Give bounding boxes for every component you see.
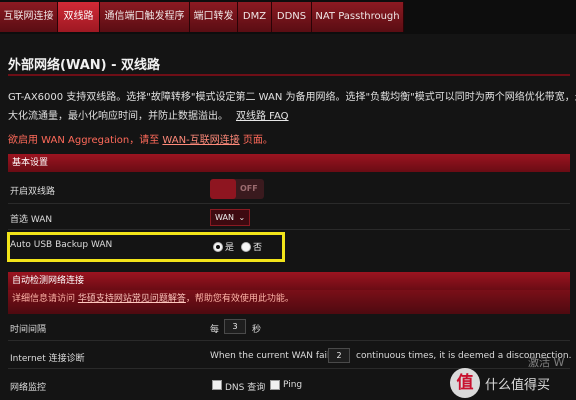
interval-label: 时间间隔 (10, 325, 47, 335)
tab-internet-connection[interactable]: 互联网连接 (0, 2, 58, 32)
tab-ddns[interactable]: DDNS (272, 2, 312, 32)
page-title: 外部网络(WAN) - 双线路 (8, 58, 161, 73)
primary-wan-value: WAN (215, 213, 234, 222)
toggle-knob (210, 179, 236, 199)
tab-dual-wan[interactable]: 双线路 (58, 2, 100, 32)
tab-dmz[interactable]: DMZ (238, 2, 272, 32)
smzdm-watermark-text: 什么值得买 (485, 378, 551, 393)
warning-prefix: 欲启用 WAN Aggregation，请至 (8, 135, 163, 146)
primary-wan-select[interactable]: WAN ⌄ (210, 209, 251, 226)
tab-nat-passthrough[interactable]: NAT Passthrough (312, 2, 404, 32)
dns-query-label: DNS 查询 (225, 383, 266, 393)
asus-faq-link[interactable]: 华硕支持网站常见问题解答 (78, 294, 186, 304)
diag-prefix: When the current WAN fails (210, 351, 335, 361)
note-prefix: 详细信息请访问 (12, 294, 78, 304)
dual-wan-toggle[interactable]: OFF (210, 179, 264, 199)
highlight-box (7, 232, 285, 262)
ping-checkbox[interactable] (270, 380, 280, 390)
toggle-state-label: OFF (240, 184, 258, 193)
interval-input[interactable]: 3 (224, 319, 246, 334)
network-monitor-label: 网络监控 (10, 383, 47, 393)
wan-internet-connection-link[interactable]: WAN-互联网连接 (162, 135, 239, 146)
wan-aggregation-warning: 欲启用 WAN Aggregation，请至 WAN-互联网连接 页面。 (8, 131, 273, 146)
tab-port-forwarding[interactable]: 端口转发 (190, 2, 238, 32)
description-line-1: GT-AX6000 支持双线路。选择"故障转移"模式设定第二 WAN 为备用网络… (8, 92, 576, 103)
internet-diagnosis-label: Internet 连接诊断 (10, 354, 85, 364)
note-suffix: ，帮助您有效使用此功能。 (185, 294, 294, 304)
row-divider (8, 229, 570, 230)
ping-label: Ping (283, 380, 303, 390)
chevron-down-icon: ⌄ (238, 213, 246, 222)
enable-dual-wan-label: 开启双线路 (10, 187, 56, 197)
row-divider (8, 368, 570, 369)
dns-query-checkbox[interactable] (212, 380, 222, 390)
smzdm-logo-icon: 值 (450, 368, 480, 398)
warning-suffix: 页面。 (239, 135, 273, 146)
title-divider (8, 74, 570, 76)
primary-wan-label: 首选 WAN (10, 215, 53, 225)
description-text: 大化流通量，最小化响应时间，并防止数据溢出。 (8, 111, 228, 122)
dual-wan-faq-link[interactable]: 双线路 FAQ (236, 111, 289, 122)
row-divider (8, 203, 570, 204)
basic-settings-header: 基本设置 (8, 154, 570, 172)
description-line-2: 大化流通量，最小化响应时间，并防止数据溢出。 双线路 FAQ (8, 107, 289, 122)
tab-port-trigger[interactable]: 通信端口触发程序 (100, 2, 190, 32)
activation-watermark: 激活 W (528, 356, 565, 369)
row-divider (8, 340, 570, 341)
fail-count-input[interactable]: 2 (328, 348, 350, 363)
auto-detect-header: 自动检测网络连接 (8, 272, 570, 290)
interval-unit: 秒 (252, 325, 262, 335)
auto-detect-note: 详细信息请访问 华硕支持网站常见问题解答，帮助您有效使用此功能。 (8, 290, 570, 314)
interval-prefix: 每 (210, 325, 220, 335)
tab-bar: 互联网连接 双线路 通信端口触发程序 端口转发 DMZ DDNS NAT Pas… (0, 0, 576, 34)
